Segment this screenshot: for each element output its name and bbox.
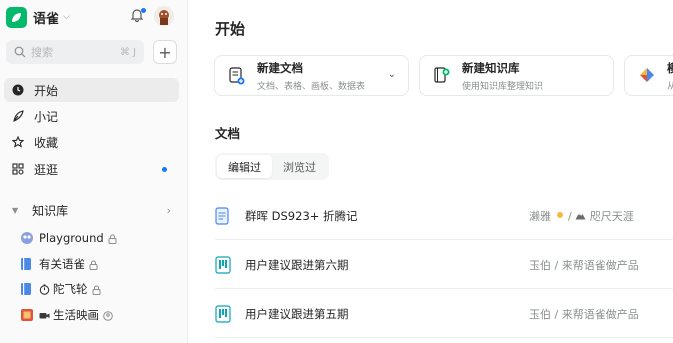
library-section-label: 知识库 [32, 203, 69, 218]
doc-title: 用户建议跟进第六期 [245, 257, 349, 272]
tab-viewed[interactable]: 浏览过 [272, 155, 327, 178]
lock-icon [108, 233, 117, 244]
chevron-down-icon: ⌵ [63, 12, 70, 22]
add-button[interactable]: + [153, 40, 177, 64]
doc-author: 濑雅 [529, 209, 551, 223]
doc-meta: 玉伯 / 来帮语雀做产品 [529, 307, 639, 321]
search-input[interactable]: 搜索 ⌘ J [6, 40, 144, 64]
plus-icon: + [158, 42, 172, 62]
star-icon [12, 136, 24, 148]
book-label: 有关语雀 [39, 257, 85, 271]
book-item-about-yuque[interactable]: 有关语雀 [20, 254, 98, 274]
main-content: 开始 新建文档 文档、表格、画板、数据表 ⌄ 新建知识库 使用知识库整理知识 模… [189, 0, 673, 343]
card-subtitle: 文档、表格、画板、数据表 [257, 81, 366, 92]
book-item-life-movies[interactable]: 生活映画 [20, 305, 113, 325]
doc-separator: / [568, 209, 576, 223]
card-title: 模 [667, 60, 673, 75]
lock-icon [89, 259, 98, 270]
search-placeholder: 搜索 [31, 46, 53, 59]
board-icon [215, 304, 231, 323]
new-doc-icon [229, 66, 245, 85]
card-title: 新建文档 [257, 60, 303, 75]
nav-label: 开始 [34, 83, 59, 98]
clock-icon [12, 84, 24, 96]
chevron-down-icon[interactable]: ⌄ [388, 69, 396, 80]
brand-name: 语雀 [33, 11, 60, 27]
book-icon [20, 257, 33, 271]
brand-switcher[interactable]: 语雀 ⌵ [6, 6, 70, 28]
mountain-emoji-icon [575, 212, 586, 219]
avatar[interactable] [154, 6, 174, 26]
lock-icon [92, 284, 101, 295]
playground-book-icon [20, 231, 33, 245]
doc-row[interactable]: 用户建议跟进第六期 玉伯 / 来帮语雀做产品 [215, 241, 673, 289]
board-icon [215, 255, 231, 274]
library-section-header[interactable]: ▼ 知识库 › [4, 200, 179, 220]
docs-tabs: 编辑过 浏览过 [215, 153, 329, 180]
bell-icon[interactable] [130, 8, 146, 24]
doc-book: 咫尺天涯 [589, 209, 634, 223]
doc-title: 用户建议跟进第五期 [245, 306, 349, 321]
card-title: 新建知识库 [462, 60, 520, 75]
book-item-tourbillon[interactable]: 陀飞轮 [20, 279, 101, 299]
book-label: Playground [39, 231, 104, 245]
doc-title: 群晖 DS923+ 折腾记 [245, 208, 358, 223]
new-doc-card[interactable]: 新建文档 文档、表格、画板、数据表 ⌄ [214, 55, 409, 96]
nav-item-favorites[interactable]: 收藏 [4, 130, 179, 154]
template-icon [639, 67, 655, 85]
doc-meta: 濑雅 / 咫尺天涯 [529, 208, 634, 224]
search-shortcut: ⌘ J [119, 46, 136, 58]
new-library-icon [434, 66, 450, 85]
page-title: 开始 [215, 20, 246, 38]
notification-dot [141, 8, 146, 13]
photo-book-icon [20, 308, 33, 322]
template-card[interactable]: 模 从 [624, 55, 673, 96]
new-library-card[interactable]: 新建知识库 使用知识库整理知识 [419, 55, 614, 96]
nav-label: 小记 [34, 109, 59, 124]
book-label: 生活映画 [53, 308, 99, 322]
camera-emoji-icon [39, 310, 50, 321]
card-subtitle: 从 [667, 81, 673, 92]
docs-section-title: 文档 [215, 126, 241, 141]
search-icon [14, 46, 26, 58]
nav-item-explore[interactable]: 逛逛 [4, 157, 179, 181]
doc-meta: 玉伯 / 来帮语雀做产品 [529, 258, 639, 272]
nav-label: 收藏 [34, 135, 59, 150]
card-subtitle: 使用知识库整理知识 [462, 81, 544, 92]
feather-icon [12, 110, 24, 122]
sun-emoji-icon [556, 211, 563, 218]
doc-row[interactable]: 用户建议跟进第五期 玉伯 / 来帮语雀做产品 [215, 290, 673, 338]
nav-label: 逛逛 [34, 162, 59, 177]
nav-item-notes[interactable]: 小记 [4, 104, 179, 128]
chevron-right-icon[interactable]: › [167, 204, 171, 217]
caret-down-icon: ▼ [12, 205, 19, 215]
nav-item-start[interactable]: 开始 [4, 78, 179, 102]
unread-dot [162, 167, 167, 172]
doc-row[interactable]: 群晖 DS923+ 折腾记 濑雅 / 咫尺天涯 [215, 192, 673, 240]
yuque-logo-icon [6, 6, 27, 28]
sidebar: 语雀 ⌵ 搜索 ⌘ J + 开始 小记 收藏 逛逛 ▼ 知识库 › Playgr… [0, 0, 188, 343]
book-item-playground[interactable]: Playground [20, 228, 117, 248]
stopwatch-emoji-icon [39, 284, 50, 295]
tab-edited[interactable]: 编辑过 [217, 155, 272, 178]
book-label: 陀飞轮 [53, 282, 88, 296]
grid-icon [12, 163, 24, 175]
doc-icon [215, 206, 231, 225]
book-icon [20, 282, 33, 296]
group-icon [103, 310, 113, 321]
